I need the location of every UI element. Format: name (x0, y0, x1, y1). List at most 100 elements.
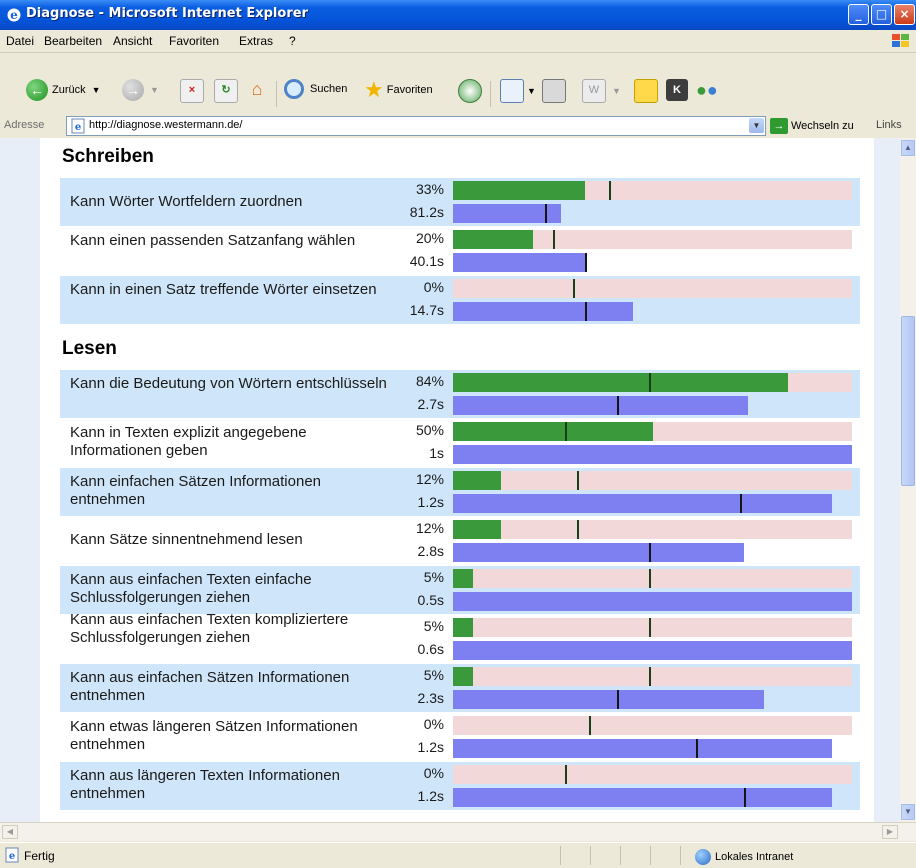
stop-icon: × (180, 79, 204, 103)
menu-favoriten[interactable]: Favoriten (169, 34, 219, 48)
score-average-marker (589, 716, 591, 735)
favorites-button[interactable]: ★ Favoriten (364, 79, 433, 101)
time-average-marker (696, 739, 698, 758)
notes-button[interactable] (634, 79, 658, 103)
score-bar-track (453, 716, 852, 735)
skill-label: Kann einfachen Sätzen Informationen entn… (70, 473, 322, 508)
score-bar-fill (453, 520, 501, 539)
score-average-marker (649, 618, 651, 637)
dropdown-arrow-icon: ▼ (527, 86, 536, 96)
skill-label: Kann einen passenden Satzanfang wählen (70, 232, 356, 249)
time-value: 2.8s (417, 543, 444, 559)
forward-arrow-icon: → (122, 79, 144, 101)
address-label: Adresse (4, 119, 45, 131)
skill-row: Kann aus einfachen Texten kompliziertere… (60, 611, 860, 663)
menu-bar: Datei Bearbeiten Ansicht Favoriten Extra… (0, 30, 916, 53)
links-button[interactable]: Links (876, 119, 902, 131)
score-percent: 0% (423, 765, 444, 781)
score-average-marker (649, 667, 651, 686)
dropdown-arrow-icon: ▼ (612, 86, 621, 96)
time-value: 81.2s (409, 204, 444, 220)
score-bar-fill (453, 618, 473, 637)
scroll-right-icon[interactable]: ▶ (882, 825, 898, 839)
refresh-button[interactable]: ↻ (214, 79, 238, 103)
home-icon: ⌂ (251, 79, 263, 99)
vertical-scrollbar[interactable]: ▲ ▼ (900, 138, 916, 822)
home-button[interactable]: ⌂ (246, 79, 268, 101)
page-viewport: Schreiben Kann Wörter Wortfeldern zuordne… (0, 138, 900, 822)
score-average-marker (649, 373, 651, 392)
mail-button[interactable]: ▼ (500, 79, 536, 103)
score-percent: 33% (415, 181, 444, 197)
stop-button[interactable]: × (180, 79, 204, 103)
security-zone: Lokales Intranet (695, 849, 793, 865)
go-label: Wechseln zu (791, 120, 854, 132)
status-cell (590, 846, 621, 865)
go-button[interactable]: → Wechseln zu (770, 118, 854, 134)
scroll-thumb[interactable] (901, 316, 915, 486)
svg-text:e: e (9, 851, 15, 862)
score-average-marker (577, 520, 579, 539)
score-average-marker (577, 471, 579, 490)
score-bar-track (453, 520, 852, 539)
scroll-down-icon[interactable]: ▼ (901, 804, 915, 820)
horizontal-scrollbar[interactable]: ◀ ▶ (0, 822, 916, 841)
address-input[interactable]: e http://diagnose.westermann.de/ ▼ (66, 116, 766, 136)
printer-icon (542, 79, 566, 103)
svg-text:e: e (10, 8, 18, 22)
forward-button[interactable]: → ▼ (122, 79, 159, 101)
time-value: 40.1s (409, 253, 444, 269)
time-bar-fill (453, 396, 748, 415)
close-button[interactable]: × (894, 4, 915, 25)
skill-row: Kann etwas längeren Sätzen Informationen… (60, 713, 860, 761)
score-average-marker (565, 422, 567, 441)
score-percent: 12% (415, 471, 444, 487)
section-title: Schreiben (62, 146, 154, 167)
history-button[interactable] (458, 79, 482, 103)
skill-row: Kann einen passenden Satzanfang wählen 20… (60, 227, 860, 275)
scroll-up-icon[interactable]: ▲ (901, 140, 915, 156)
address-url: http://diagnose.westermann.de/ (89, 119, 243, 131)
search-label: Suchen (310, 83, 348, 95)
menu-help[interactable]: ? (289, 34, 296, 48)
score-bar-fill (453, 230, 533, 249)
section-title: Lesen (62, 338, 117, 359)
menu-bearbeiten[interactable]: Bearbeiten (44, 34, 102, 48)
score-bar-fill (453, 373, 788, 392)
edit-button[interactable]: W ▼ (582, 79, 621, 103)
score-percent: 5% (423, 569, 444, 585)
time-average-marker (649, 543, 651, 562)
score-average-marker (565, 765, 567, 784)
address-dropdown-icon[interactable]: ▼ (749, 118, 764, 133)
svg-text:e: e (75, 122, 81, 133)
skill-label: Kann aus längeren Texten Informationen e… (70, 767, 340, 802)
go-arrow-icon: → (770, 118, 788, 134)
score-bar-fill (453, 471, 501, 490)
intranet-globe-icon (695, 849, 711, 865)
back-arrow-icon: ← (26, 79, 48, 101)
time-bar-fill (453, 253, 585, 272)
maximize-button[interactable]: □ (871, 4, 892, 25)
status-text: Fertig (24, 849, 55, 863)
status-bar: e Fertig Lokales Intranet (0, 842, 916, 868)
back-button[interactable]: ← Zurück ▼ (26, 79, 101, 101)
menu-datei[interactable]: Datei (6, 34, 34, 48)
zone-label: Lokales Intranet (715, 851, 794, 863)
search-icon (284, 79, 304, 99)
k-button[interactable]: K (666, 79, 688, 101)
time-bar-fill (453, 445, 852, 464)
score-percent: 0% (423, 279, 444, 295)
windows-logo-icon (892, 34, 909, 47)
k-logo-icon: K (666, 79, 688, 101)
menu-extras[interactable]: Extras (239, 34, 273, 48)
window-title: Diagnose - Microsoft Internet Explorer (26, 6, 308, 21)
menu-ansicht[interactable]: Ansicht (113, 34, 152, 48)
minimize-button[interactable]: _ (848, 4, 869, 25)
title-bar[interactable]: e Diagnose - Microsoft Internet Explorer… (0, 0, 916, 30)
history-icon (458, 79, 482, 103)
messenger-button[interactable]: ●● (696, 79, 718, 101)
scroll-left-icon[interactable]: ◀ (2, 825, 18, 839)
search-button[interactable]: Suchen (284, 79, 347, 99)
word-icon: W (582, 79, 606, 103)
print-button[interactable] (542, 79, 566, 103)
